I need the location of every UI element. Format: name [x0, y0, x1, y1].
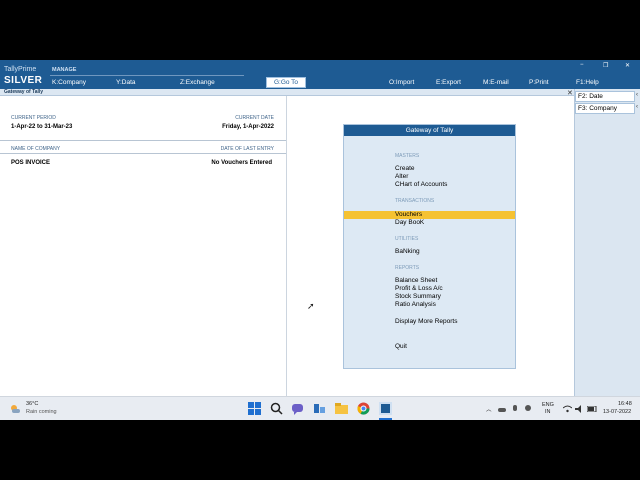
company-name-label: NAME OF COMPANY	[11, 146, 61, 152]
screen-title: Gateway of Tally	[4, 89, 44, 95]
windows-taskbar: 36°C Rain coming ︿ ENG IN 16:48 13-07-20…	[0, 396, 640, 420]
selection-highlight	[344, 211, 515, 219]
file-explorer-icon[interactable]	[335, 402, 348, 415]
active-app-indicator	[379, 418, 392, 420]
search-icon[interactable]	[270, 402, 283, 415]
menu-item-create[interactable]: Create	[395, 165, 415, 172]
menu-item-profit-loss[interactable]: Profit & Loss A/c	[395, 285, 443, 292]
menu-export[interactable]: E:Export	[436, 79, 461, 86]
location-icon[interactable]	[524, 405, 532, 413]
restore-icon[interactable]: ❐	[603, 62, 608, 69]
menu-item-quit[interactable]: Quit	[395, 343, 407, 350]
close-screen-icon[interactable]: ✕	[567, 89, 573, 97]
divider	[0, 153, 286, 154]
cloud-icon[interactable]	[498, 405, 506, 413]
teams-chat-icon[interactable]	[291, 402, 304, 415]
last-entry-label: DATE OF LAST ENTRY	[220, 146, 274, 152]
last-entry-value: No Vouchers Entered	[211, 160, 272, 166]
widget-icon[interactable]	[313, 402, 326, 415]
company-name[interactable]: POS INVOICE	[11, 160, 50, 166]
manage-label: MANAGE	[52, 67, 77, 73]
chevron-left-icon[interactable]: ‹	[636, 92, 638, 98]
volume-icon[interactable]	[575, 405, 584, 413]
menu-item-vouchers[interactable]: Vouchers	[395, 211, 422, 218]
section-masters: MASTERS	[395, 153, 420, 159]
language-region[interactable]: IN	[545, 409, 551, 415]
battery-icon[interactable]	[587, 406, 597, 412]
clock-date[interactable]: 13-07-2022	[603, 409, 631, 415]
clock-time[interactable]: 16:48	[618, 401, 632, 407]
right-button-bar: F2: Date ‹ F3: Company ‹	[574, 89, 640, 396]
menu-item-alter[interactable]: Alter	[395, 173, 408, 180]
chevron-left-icon[interactable]: ‹	[636, 104, 638, 110]
language-indicator[interactable]: ENG	[542, 402, 554, 408]
current-date-value[interactable]: Friday, 1-Apr-2022	[222, 124, 274, 130]
close-icon[interactable]: ✕	[625, 62, 630, 69]
company-info-panel: CURRENT PERIOD 1-Apr-22 to 31-Mar-23 CUR…	[0, 96, 287, 396]
chrome-icon[interactable]	[357, 402, 370, 415]
top-menu-bar: TallyPrime SILVER MANAGE K:Company Y:Dat…	[0, 60, 640, 89]
goto-button[interactable]: G:Go To	[266, 77, 306, 88]
section-transactions: TRANSACTIONS	[395, 198, 435, 204]
menu-item-balance-sheet[interactable]: Balance Sheet	[395, 277, 437, 284]
wifi-icon[interactable]	[563, 405, 572, 413]
current-period-value[interactable]: 1-Apr-22 to 31-Mar-23	[11, 124, 72, 130]
menu-exchange[interactable]: Z:Exchange	[180, 79, 215, 86]
current-date-label: CURRENT DATE	[235, 115, 274, 121]
gateway-title: Gateway of Tally	[344, 125, 515, 136]
menu-company[interactable]: K:Company	[52, 79, 86, 86]
weather-temp[interactable]: 36°C	[26, 401, 38, 407]
tally-app-icon[interactable]	[379, 402, 392, 415]
menu-item-day-book[interactable]: Day BooK	[395, 219, 424, 226]
gateway-menu: Gateway of Tally MASTERS Create Alter CH…	[343, 124, 516, 369]
weather-text[interactable]: Rain coming	[26, 409, 57, 415]
menu-item-banking[interactable]: BaNking	[395, 248, 420, 255]
menu-data[interactable]: Y:Data	[116, 79, 136, 86]
windows-start-icon[interactable]	[248, 402, 261, 415]
minimize-icon[interactable]: −	[580, 62, 584, 68]
divider	[0, 140, 286, 141]
brand-name: TallyPrime	[4, 66, 37, 73]
brand-edition: SILVER	[4, 75, 43, 86]
weather-icon[interactable]	[9, 403, 21, 415]
date-button[interactable]: F2: Date	[575, 91, 635, 102]
company-button[interactable]: F3: Company	[575, 103, 635, 114]
menu-import[interactable]: O:Import	[389, 79, 414, 86]
section-reports: REPORTS	[395, 265, 420, 271]
chevron-up-icon[interactable]: ︿	[486, 405, 492, 413]
mouse-pointer-icon: ➚	[307, 301, 315, 311]
menu-item-stock-summary[interactable]: Stock Summary	[395, 293, 441, 300]
menu-help[interactable]: F1:Help	[576, 79, 599, 86]
screen-title-strip: Gateway of Tally	[0, 89, 574, 96]
current-period-label: CURRENT PERIOD	[11, 115, 56, 121]
menu-item-display-more-reports[interactable]: Display More Reports	[395, 318, 458, 325]
menu-email[interactable]: M:E-mail	[483, 79, 509, 86]
menu-item-chart-of-accounts[interactable]: CHart of Accounts	[395, 181, 447, 188]
menu-divider	[50, 75, 244, 76]
menu-print[interactable]: P:Print	[529, 79, 549, 86]
tally-window: TallyPrime SILVER MANAGE K:Company Y:Dat…	[0, 60, 640, 420]
menu-item-ratio-analysis[interactable]: Ratio Analysis	[395, 301, 436, 308]
section-utilities: UTILITIES	[395, 236, 419, 242]
mic-icon[interactable]	[511, 405, 519, 413]
